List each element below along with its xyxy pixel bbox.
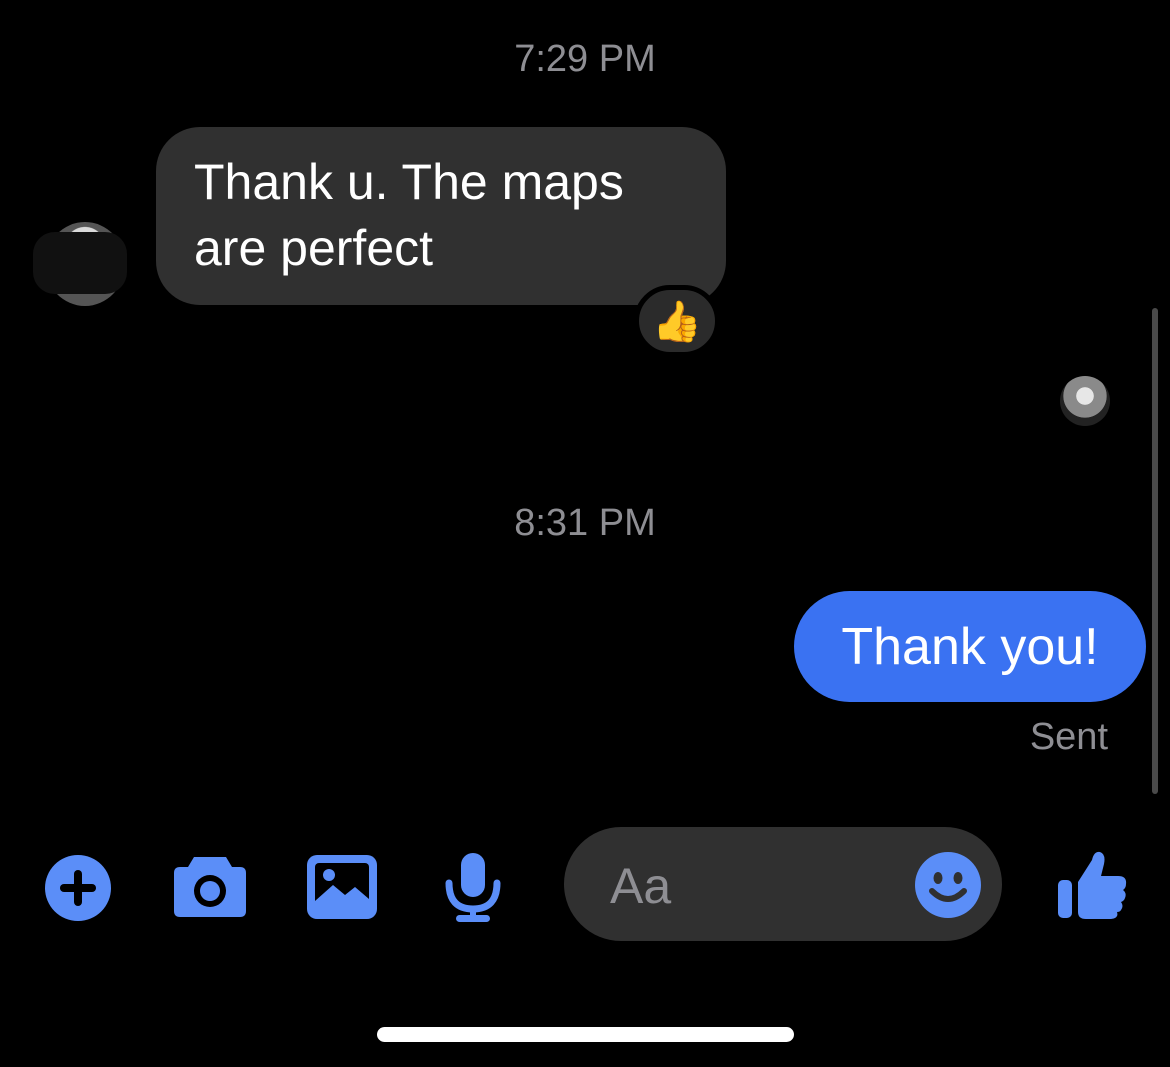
- incoming-message-line: Thank u. The maps: [194, 154, 624, 210]
- outgoing-message-text: Thank you!: [841, 617, 1099, 676]
- message-status: Sent: [1029, 716, 1108, 758]
- timestamp: 8:31 PM: [514, 502, 656, 544]
- thumbs-up-reaction[interactable]: 👍: [634, 285, 720, 357]
- home-indicator[interactable]: [377, 1027, 794, 1042]
- scrollbar[interactable]: [1152, 308, 1158, 794]
- microphone-icon[interactable]: [444, 853, 502, 923]
- emoji-icon[interactable]: [914, 851, 982, 919]
- thumbs-up-emoji: 👍: [652, 299, 702, 344]
- outgoing-message-bubble[interactable]: Thank you!: [794, 591, 1146, 702]
- thumbs-up-icon[interactable]: [1056, 848, 1128, 920]
- message-input[interactable]: Aa: [564, 827, 1002, 941]
- incoming-message-line: are perfect: [194, 220, 434, 276]
- incoming-message-bubble[interactable]: Thank u. The maps are perfect: [156, 127, 726, 305]
- sender-avatar[interactable]: [33, 222, 127, 306]
- read-receipt-avatar: [1060, 376, 1110, 426]
- camera-icon[interactable]: [174, 853, 246, 919]
- gallery-icon[interactable]: [307, 855, 377, 919]
- redaction-mark: [33, 232, 127, 294]
- message-input-placeholder: Aa: [610, 858, 672, 914]
- timestamp: 7:29 PM: [514, 38, 656, 80]
- plus-icon[interactable]: [44, 854, 112, 922]
